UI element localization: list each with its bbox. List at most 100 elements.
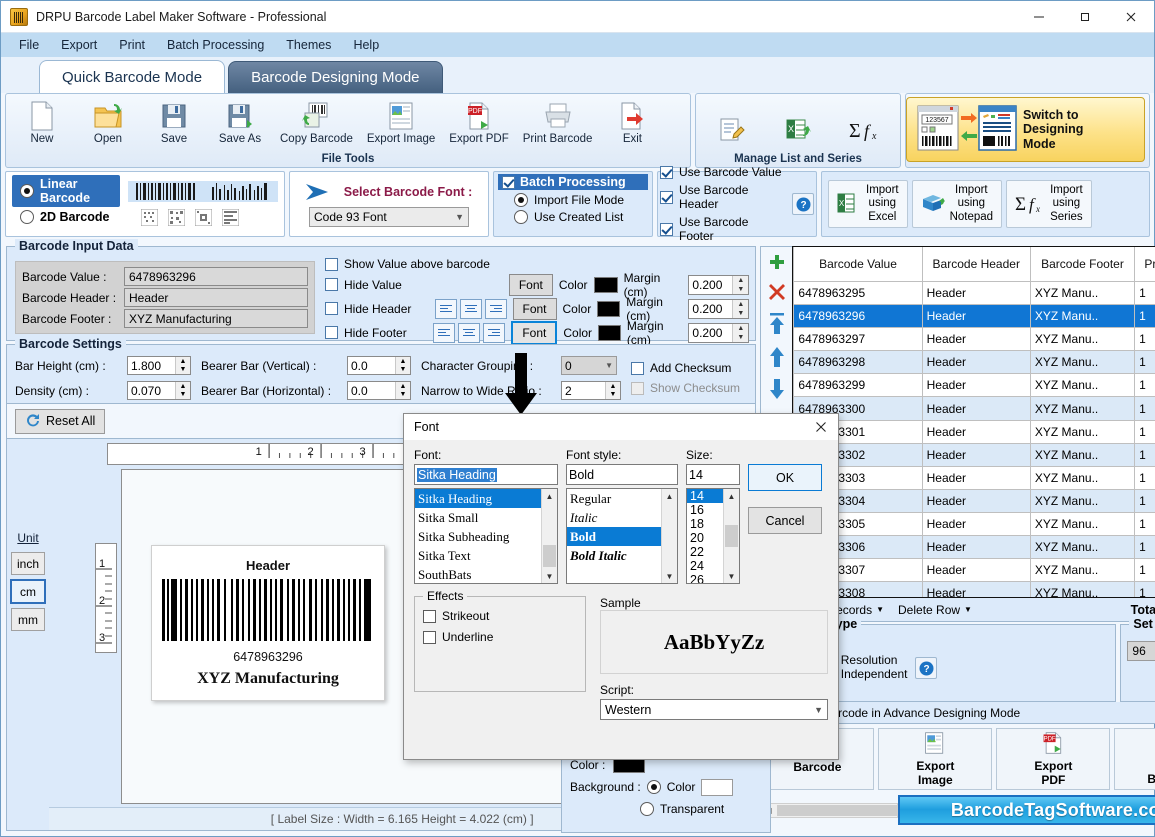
ribbon-button-new[interactable]: New — [10, 97, 74, 145]
move-top-icon[interactable] — [768, 313, 786, 338]
unit-button-inch[interactable]: inch — [11, 552, 45, 575]
ribbon-button-export-image[interactable]: Export Image — [361, 97, 441, 145]
strikeout-option[interactable]: Strikeout — [423, 609, 577, 623]
font-size-item-24[interactable]: 24 — [687, 559, 723, 573]
strikeout-checkbox[interactable] — [423, 609, 436, 623]
ribbon-button-copy-barcode[interactable]: Copy Barcode — [274, 97, 359, 145]
col-barcode-footer[interactable]: Barcode Footer — [1029, 247, 1136, 282]
unit-button-cm[interactable]: cm — [10, 579, 46, 604]
header-align-right-icon[interactable] — [484, 298, 507, 319]
barcode-header-input[interactable]: Header — [124, 288, 308, 307]
footer-align-center-icon[interactable] — [458, 322, 481, 343]
table-cell-value[interactable]: 6478963296 — [793, 304, 923, 329]
use-barcode-value-checkbox[interactable] — [660, 165, 673, 179]
linear-barcode-row[interactable]: Linear Barcode — [12, 175, 278, 207]
font-family-item-3[interactable]: Sitka Text — [415, 546, 541, 565]
font-size-input[interactable]: 14 — [686, 464, 740, 485]
value-font-button[interactable]: Font — [508, 273, 553, 296]
barcode-label-preview[interactable]: Header 6478963296 XYZ Manufacturing — [151, 545, 385, 701]
header-align-left-icon[interactable] — [434, 298, 457, 319]
unit-button-mm[interactable]: mm — [11, 608, 45, 631]
table-row[interactable]: 6478963297 Header XYZ Manu.. 1 — [793, 327, 1155, 352]
table-row[interactable]: 6478963299 Header XYZ Manu.. 1 — [793, 373, 1155, 398]
ribbon-button-open[interactable]: Open — [76, 97, 140, 145]
table-cell-footer[interactable]: XYZ Manu.. — [1029, 373, 1136, 398]
font-size-scroll-track[interactable] — [724, 503, 739, 569]
import-using-notepad-button[interactable]: Import using Notepad — [911, 180, 1003, 228]
barcode-footer-input[interactable]: XYZ Manufacturing — [124, 309, 308, 328]
header-margin-stepper[interactable]: 0.200 ▲ ▼ — [688, 298, 750, 319]
table-row[interactable]: 6478963304HeaderXYZ Manu..1 — [793, 488, 1155, 513]
underline-option[interactable]: Underline — [423, 630, 577, 644]
script-select[interactable]: Western ▼ — [600, 699, 828, 720]
table-cell-qty[interactable]: 1 — [1134, 558, 1155, 583]
ribbon-button-print-barcode[interactable]: Print Barcode — [517, 97, 599, 145]
font-name-input[interactable]: Sitka Heading — [414, 464, 558, 485]
background-color-swatch[interactable] — [701, 778, 734, 796]
footer-color-swatch[interactable] — [598, 324, 621, 341]
footer-align-left-icon[interactable] — [433, 322, 456, 343]
table-cell-footer[interactable]: XYZ Manu.. — [1029, 280, 1136, 306]
close-icon[interactable] — [1108, 1, 1154, 32]
footer-font-button[interactable]: Font — [511, 320, 558, 345]
font-family-item-4[interactable]: SouthBats — [415, 565, 541, 583]
table-row[interactable]: 6478963305HeaderXYZ Manu..1 — [793, 511, 1155, 537]
import-file-mode-option[interactable]: Import File Mode — [498, 193, 648, 207]
table-cell-header[interactable]: Header — [921, 373, 1031, 398]
hide-footer-option[interactable]: Hide Footer — [325, 326, 427, 340]
table-cell-value[interactable]: 6478963297 — [793, 327, 923, 352]
tab-quick-barcode-mode[interactable]: Quick Barcode Mode — [39, 60, 226, 93]
background-color-radio[interactable] — [646, 780, 661, 794]
table-cell-qty[interactable]: 1 — [1134, 488, 1155, 513]
font-size-item-18[interactable]: 18 — [687, 517, 723, 531]
ribbon-button-export-pdf[interactable]: PDF Export PDF — [443, 97, 514, 145]
table-cell-footer[interactable]: XYZ Manu.. — [1029, 535, 1136, 560]
bearer-vertical-stepper[interactable]: 0.0 ▲ ▼ — [347, 356, 411, 375]
help-question-icon[interactable]: ? — [792, 193, 814, 215]
font-size-item-16[interactable]: 16 — [687, 503, 723, 517]
table-cell-header[interactable]: Header — [921, 419, 1031, 444]
menu-item-themes[interactable]: Themes — [276, 35, 341, 55]
font-size-item-20[interactable]: 20 — [687, 531, 723, 545]
print-barcode-action-button[interactable]: Print Barcode — [1114, 728, 1155, 790]
2d-barcode-option[interactable]: 2D Barcode — [12, 208, 117, 226]
menu-item-help[interactable]: Help — [343, 35, 389, 55]
scroll-up-icon[interactable]: ▲ — [662, 489, 677, 503]
table-cell-value[interactable]: 6478963299 — [793, 373, 923, 398]
table-cell-header[interactable]: Header — [921, 558, 1031, 583]
bearer-horizontal-stepper[interactable]: 0.0 ▲ ▼ — [347, 381, 411, 400]
header-align-center-icon[interactable] — [459, 298, 482, 319]
table-cell-footer[interactable]: XYZ Manu.. — [1029, 558, 1136, 583]
ribbon-button-edit-list[interactable] — [700, 111, 764, 146]
font-style-scrollbar[interactable]: ▲ ▼ — [661, 489, 677, 583]
maximize-icon[interactable] — [1062, 1, 1108, 32]
font-style-item-regular[interactable]: Regular — [567, 489, 661, 508]
use-created-list-option[interactable]: Use Created List — [498, 210, 648, 224]
ribbon-button-series-function[interactable]: Σfx — [832, 111, 896, 146]
batch-processing-checkbox[interactable] — [502, 175, 515, 189]
font-style-item-bold[interactable]: Bold — [567, 527, 661, 546]
hide-value-option[interactable]: Hide Value — [325, 278, 433, 292]
2d-barcode-row[interactable]: 2D Barcode — [12, 204, 278, 230]
table-cell-header[interactable]: Header — [921, 511, 1031, 537]
ribbon-button-save[interactable]: Save — [142, 97, 206, 145]
table-cell-value[interactable]: 6478963295 — [793, 280, 923, 306]
table-cell-footer[interactable]: XYZ Manu.. — [1029, 396, 1136, 421]
h-scroll-thumb[interactable] — [777, 804, 898, 816]
table-cell-qty[interactable]: 1 — [1134, 511, 1155, 537]
table-row[interactable]: 6478963300 Header XYZ Manu.. 1 — [793, 396, 1155, 421]
table-cell-header[interactable]: Header — [921, 304, 1031, 329]
table-cell-footer[interactable]: XYZ Manu.. — [1029, 511, 1136, 537]
font-style-scroll-track[interactable] — [662, 503, 677, 569]
switch-to-designing-mode-button[interactable]: 123567 Switch to Designing Mode — [906, 97, 1145, 162]
font-style-input[interactable]: Bold — [566, 464, 678, 485]
table-row[interactable]: 6478963308HeaderXYZ Manu..1 — [793, 581, 1155, 597]
use-barcode-footer-option[interactable]: Use Barcode Footer — [660, 215, 786, 243]
delete-row-icon[interactable] — [768, 283, 786, 304]
use-created-list-radio[interactable] — [514, 210, 528, 224]
table-cell-qty[interactable]: 1 — [1134, 581, 1155, 597]
scroll-down-icon[interactable]: ▼ — [542, 569, 557, 583]
scroll-up-icon[interactable]: ▲ — [542, 489, 557, 503]
table-cell-header[interactable]: Header — [921, 442, 1031, 467]
footer-margin-stepper[interactable]: 0.200 ▲ ▼ — [688, 322, 750, 343]
